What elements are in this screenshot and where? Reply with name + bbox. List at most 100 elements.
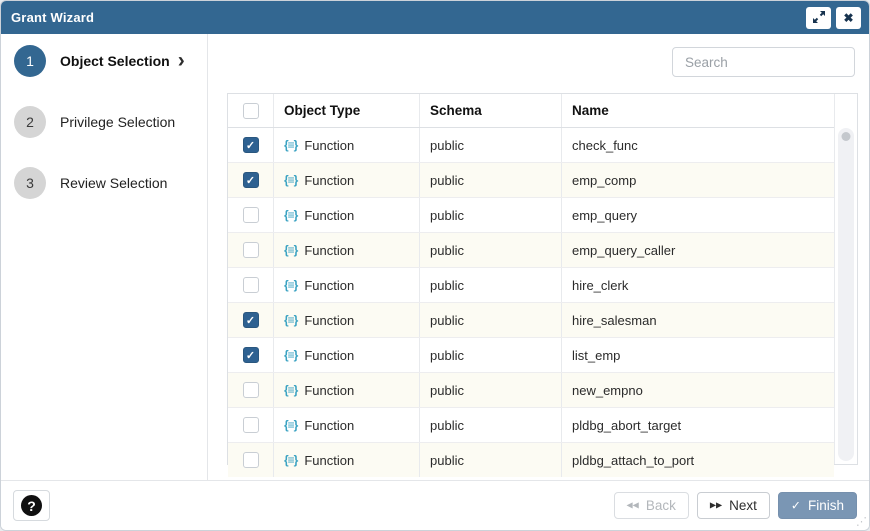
step-number-badge: 2	[14, 106, 46, 138]
wizard-steps-panel: 1 Object Selection › 2 Privilege Selecti…	[1, 34, 208, 480]
finish-button-label: Finish	[808, 498, 844, 513]
search-input[interactable]	[672, 47, 855, 77]
function-icon: {≡}	[284, 278, 297, 292]
table-row[interactable]: {≡}Functionpublicemp_query_caller	[228, 233, 834, 268]
cell-object-type: {≡}Function	[274, 303, 420, 337]
function-icon: {≡}	[284, 173, 297, 187]
help-button[interactable]: ?	[13, 490, 50, 521]
titlebar[interactable]: Grant Wizard ✖	[1, 1, 869, 34]
row-checkbox[interactable]: ✓	[243, 347, 259, 363]
step-review-selection[interactable]: 3 Review Selection	[1, 167, 207, 199]
cell-schema: public	[420, 198, 562, 232]
row-checkbox[interactable]	[243, 452, 259, 468]
cell-object-type: {≡}Function	[274, 373, 420, 407]
header-checkbox-cell	[228, 94, 274, 127]
next-button[interactable]: ▶▶ Next	[697, 492, 770, 519]
row-checkbox[interactable]	[243, 277, 259, 293]
cell-schema: public	[420, 443, 562, 477]
row-checkbox-cell: ✓	[228, 163, 274, 197]
function-icon: {≡}	[284, 208, 297, 222]
back-button[interactable]: ◀◀ Back	[614, 492, 689, 519]
cell-schema: public	[420, 408, 562, 442]
object-table-rows: ✓{≡}Functionpubliccheck_func✓{≡}Function…	[228, 128, 834, 477]
dialog-footer: ? ◀◀ Back ▶▶ Next ✓ Finish ⋰	[1, 480, 869, 530]
resize-grip-icon[interactable]: ⋰	[856, 517, 866, 528]
function-icon: {≡}	[284, 418, 297, 432]
scrollbar-thumb[interactable]	[842, 132, 851, 141]
cell-name: pldbg_attach_to_port	[562, 443, 834, 477]
scrollbar-track[interactable]	[838, 128, 854, 461]
table-row[interactable]: {≡}Functionpublicpldbg_attach_to_port	[228, 443, 834, 477]
check-icon: ✓	[791, 498, 801, 512]
cell-object-type: {≡}Function	[274, 233, 420, 267]
table-scrollbar[interactable]	[834, 94, 857, 464]
table-row[interactable]: ✓{≡}Functionpublicemp_comp	[228, 163, 834, 198]
cell-object-type: {≡}Function	[274, 408, 420, 442]
row-checkbox[interactable]	[243, 382, 259, 398]
table-row[interactable]: {≡}Functionpublicnew_empno	[228, 373, 834, 408]
grant-wizard-dialog: Grant Wizard ✖ 1 Object Selection › 2 Pr…	[0, 0, 870, 531]
content-area: Object Type Schema Name ✓{≡}Functionpubl…	[208, 34, 869, 480]
cell-schema: public	[420, 303, 562, 337]
back-button-label: Back	[646, 498, 676, 513]
function-icon: {≡}	[284, 243, 297, 257]
column-header-object-type: Object Type	[274, 94, 420, 127]
row-checkbox[interactable]	[243, 417, 259, 433]
column-header-name: Name	[562, 94, 834, 127]
cell-schema: public	[420, 163, 562, 197]
row-checkbox-cell	[228, 408, 274, 442]
table-row[interactable]: {≡}Functionpublichire_clerk	[228, 268, 834, 303]
cell-object-type: {≡}Function	[274, 443, 420, 477]
row-checkbox-cell	[228, 198, 274, 232]
function-icon: {≡}	[284, 453, 297, 467]
table-row[interactable]: ✓{≡}Functionpubliclist_emp	[228, 338, 834, 373]
cell-object-type: {≡}Function	[274, 198, 420, 232]
table-row[interactable]: ✓{≡}Functionpublichire_salesman	[228, 303, 834, 338]
cell-name: emp_query	[562, 198, 834, 232]
cell-name: hire_clerk	[562, 268, 834, 302]
window-title: Grant Wizard	[11, 10, 94, 25]
help-icon: ?	[21, 495, 42, 516]
cell-name: emp_query_caller	[562, 233, 834, 267]
row-checkbox-cell: ✓	[228, 303, 274, 337]
row-checkbox[interactable]: ✓	[243, 312, 259, 328]
row-checkbox-cell	[228, 268, 274, 302]
dialog-body: 1 Object Selection › 2 Privilege Selecti…	[1, 34, 869, 480]
cell-schema: public	[420, 268, 562, 302]
table-row[interactable]: ✓{≡}Functionpubliccheck_func	[228, 128, 834, 163]
row-checkbox[interactable]	[243, 207, 259, 223]
cell-schema: public	[420, 233, 562, 267]
close-button[interactable]: ✖	[836, 7, 861, 29]
step-privilege-selection[interactable]: 2 Privilege Selection	[1, 106, 207, 138]
row-checkbox-cell	[228, 373, 274, 407]
finish-button[interactable]: ✓ Finish	[778, 492, 857, 519]
cell-object-type: {≡}Function	[274, 338, 420, 372]
row-checkbox-cell	[228, 443, 274, 477]
window-controls: ✖	[806, 7, 861, 29]
cell-object-type: {≡}Function	[274, 128, 420, 162]
select-all-checkbox[interactable]	[243, 103, 259, 119]
cell-name: new_empno	[562, 373, 834, 407]
row-checkbox-cell	[228, 233, 274, 267]
cell-object-type: {≡}Function	[274, 268, 420, 302]
table-header-row: Object Type Schema Name	[228, 94, 834, 128]
row-checkbox[interactable]	[243, 242, 259, 258]
step-number-badge: 3	[14, 167, 46, 199]
step-object-selection[interactable]: 1 Object Selection ›	[1, 45, 207, 77]
step-label: Object Selection	[60, 53, 170, 69]
close-icon: ✖	[843, 12, 853, 24]
table-row[interactable]: {≡}Functionpublicpldbg_abort_target	[228, 408, 834, 443]
function-icon: {≡}	[284, 138, 297, 152]
row-checkbox[interactable]: ✓	[243, 137, 259, 153]
function-icon: {≡}	[284, 313, 297, 327]
object-table-grid: Object Type Schema Name ✓{≡}Functionpubl…	[228, 94, 834, 464]
row-checkbox-cell: ✓	[228, 338, 274, 372]
cell-name: check_func	[562, 128, 834, 162]
step-label: Review Selection	[60, 175, 167, 191]
row-checkbox[interactable]: ✓	[243, 172, 259, 188]
table-row[interactable]: {≡}Functionpublicemp_query	[228, 198, 834, 233]
chevron-right-icon: ›	[178, 50, 185, 71]
cell-schema: public	[420, 373, 562, 407]
maximize-icon	[813, 11, 825, 25]
maximize-button[interactable]	[806, 7, 831, 29]
